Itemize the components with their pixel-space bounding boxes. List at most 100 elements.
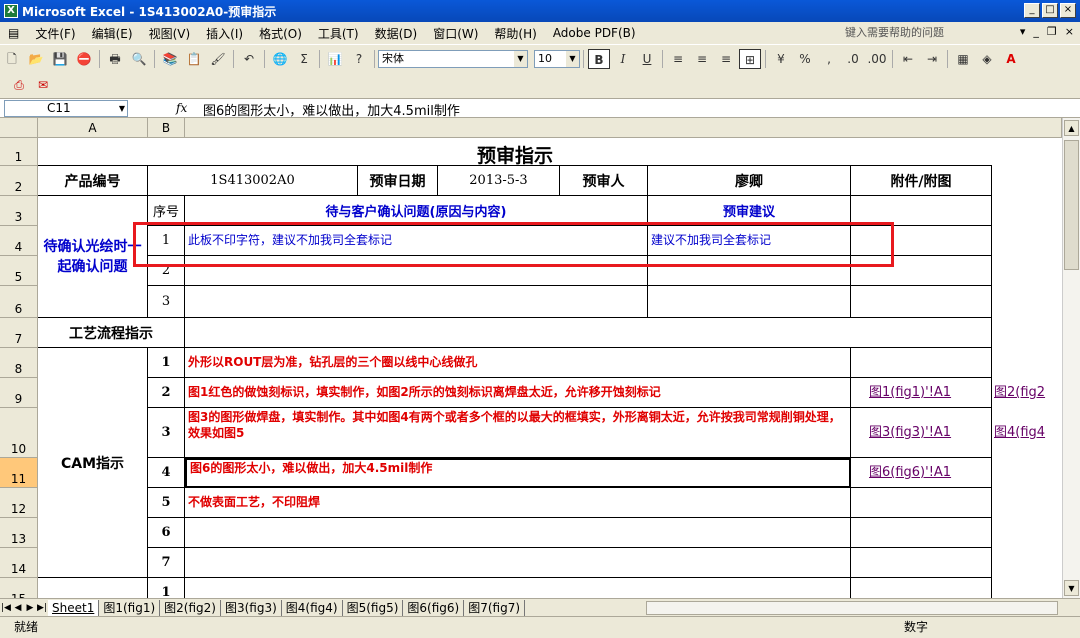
help-question-box[interactable]: 键入需要帮助的问题 (845, 24, 1025, 42)
col-header-rest[interactable] (185, 118, 1062, 138)
attachment-cell[interactable] (851, 488, 992, 518)
save-icon[interactable]: 💾 (49, 49, 71, 69)
col-header-a[interactable]: A (38, 118, 148, 138)
currency-icon[interactable]: ¥ (770, 49, 792, 69)
figure-link[interactable]: 图3(fig3)'!A1 (851, 408, 992, 458)
menu-insert[interactable]: 插入(I) (198, 25, 251, 42)
percent-icon[interactable]: % (794, 49, 816, 69)
cam-seq[interactable]: 5 (148, 488, 185, 518)
minimize-button[interactable]: _ (1024, 3, 1040, 18)
attachment-cell[interactable] (851, 226, 992, 256)
attachment-cell[interactable] (851, 348, 992, 378)
bold-button[interactable]: B (588, 48, 610, 69)
figure-link[interactable]: 图1(fig1)'!A1 (851, 378, 992, 408)
pending-issue[interactable] (185, 256, 648, 286)
cam-text[interactable]: 不做表面工艺，不印阻焊 (185, 488, 851, 518)
align-center-icon[interactable]: ≡ (691, 49, 713, 69)
row-header-selected[interactable]: 11 (0, 458, 38, 488)
row-header[interactable]: 6 (0, 286, 38, 318)
pdf-convert-icon[interactable]: ⎙ (8, 75, 30, 95)
cam-seq[interactable]: 1 (148, 348, 185, 378)
col-header-b[interactable]: B (148, 118, 185, 138)
attachment-cell[interactable] (851, 286, 992, 318)
scroll-down-icon[interactable]: ▼ (1064, 580, 1079, 596)
row-header[interactable]: 1 (0, 138, 38, 166)
cam-text[interactable]: 外形以ROUT层为准，钻孔层的三个圈以线中心线做孔 (185, 348, 851, 378)
row-header[interactable]: 12 (0, 488, 38, 518)
row-header[interactable]: 13 (0, 518, 38, 548)
product-no-label[interactable]: 产品编号 (38, 166, 148, 196)
seq-label[interactable]: 序号 (148, 196, 185, 226)
figure-link[interactable]: 图6(fig6)'!A1 (851, 458, 992, 488)
cam-text[interactable]: 图3的图形做焊盘，填实制作。其中如图4有两个或者多个框的以最大的框填实，外形离铜… (185, 408, 851, 458)
pending-suggest[interactable] (648, 286, 851, 318)
open-icon[interactable]: 📂 (25, 49, 47, 69)
menu-window[interactable]: 窗口(W) (425, 25, 486, 42)
sheet-tab-fig5[interactable]: 图5(fig5) (343, 599, 404, 616)
merge-center-icon[interactable]: ⊞ (739, 48, 761, 69)
reviewer-value[interactable]: 廖卿 (648, 166, 851, 196)
cam-text[interactable] (185, 548, 851, 578)
sheet-tab-fig7[interactable]: 图7(fig7) (464, 599, 526, 616)
comma-icon[interactable]: , (818, 49, 840, 69)
borders-icon[interactable]: ▦ (952, 49, 974, 69)
cam-seq[interactable]: 2 (148, 378, 185, 408)
cam-text-active[interactable]: 图6的图形太小，难以做出，加大4.5mil制作 (185, 458, 851, 488)
underline-button[interactable]: U (636, 49, 658, 69)
name-box[interactable]: C11 ▼ (4, 100, 128, 117)
doc-minimize-icon[interactable]: _ (1033, 25, 1039, 38)
sheet-tab-sheet1[interactable]: Sheet1 (48, 599, 100, 616)
pending-seq[interactable]: 1 (148, 226, 185, 256)
scroll-thumb[interactable] (1064, 140, 1079, 270)
pending-suggest[interactable]: 建议不加我司全套标记 (648, 226, 851, 256)
sheet-tab-fig6[interactable]: 图6(fig6) (403, 599, 465, 616)
review-date-value[interactable]: 2013-5-3 (438, 166, 560, 196)
process-label[interactable]: 工艺流程指示 (38, 318, 185, 348)
hyperlink-icon[interactable]: 🌐 (269, 49, 291, 69)
scroll-up-icon[interactable]: ▲ (1064, 120, 1079, 136)
reviewer-label[interactable]: 预审人 (560, 166, 648, 196)
pending-issue[interactable] (185, 286, 648, 318)
help-dropdown-icon[interactable]: ▾ (1020, 25, 1026, 38)
attachment-cell[interactable] (851, 548, 992, 578)
row-header[interactable]: 3 (0, 196, 38, 226)
print-preview-icon[interactable]: 🔍 (128, 49, 150, 69)
increase-indent-icon[interactable]: ⇥ (921, 49, 943, 69)
horizontal-scrollbar[interactable] (646, 601, 1058, 615)
pending-issue[interactable]: 此板不印字符，建议不加我司全套标记 (185, 226, 648, 256)
align-left-icon[interactable]: ≡ (667, 49, 689, 69)
product-no-value[interactable]: 1S413002A0 (148, 166, 358, 196)
cam-text[interactable] (185, 518, 851, 548)
font-size-select[interactable]: 10 ▼ (534, 49, 580, 68)
new-icon[interactable]: 🗋 (1, 49, 23, 69)
select-all-corner[interactable] (0, 118, 38, 138)
permission-icon[interactable]: ⛔ (73, 49, 95, 69)
next-sheet-icon[interactable]: ▶ (24, 603, 36, 613)
increase-decimal-icon[interactable]: .0 (842, 49, 864, 69)
row-header[interactable]: 10 (0, 408, 38, 458)
next-seq[interactable]: 1 (148, 578, 185, 598)
cam-seq[interactable]: 7 (148, 548, 185, 578)
sheet-tab-fig4[interactable]: 图4(fig4) (282, 599, 343, 616)
figure-link-overflow[interactable]: 图4(fig4 (992, 408, 1062, 458)
align-right-icon[interactable]: ≡ (715, 49, 737, 69)
menu-edit[interactable]: 编辑(E) (84, 25, 141, 42)
italic-button[interactable]: I (612, 49, 634, 69)
cam-text[interactable]: 图1红色的做蚀刻标识，填实制作，如图2所示的蚀刻标识离焊盘太近，允许移开蚀刻标记 (185, 378, 851, 408)
menu-file[interactable]: 文件(F) (27, 25, 83, 42)
fx-icon[interactable]: fx (176, 101, 187, 115)
menu-tools[interactable]: 工具(T) (310, 25, 367, 42)
attachment-cell[interactable] (851, 256, 992, 286)
sheet-title[interactable]: 预审指示 (38, 138, 992, 166)
chevron-down-icon[interactable]: ▼ (514, 50, 527, 67)
row-header[interactable]: 14 (0, 548, 38, 578)
pending-suggest[interactable] (648, 256, 851, 286)
chevron-down-icon[interactable]: ▼ (119, 101, 125, 116)
font-name-select[interactable]: 宋体 ▼ (378, 49, 528, 68)
doc-restore-icon[interactable]: ❐ (1047, 25, 1057, 38)
row-header[interactable]: 2 (0, 166, 38, 196)
menu-help[interactable]: 帮助(H) (486, 25, 544, 42)
pending-seq[interactable]: 2 (148, 256, 185, 286)
menu-view[interactable]: 视图(V) (141, 25, 199, 42)
suggest-header[interactable]: 预审建议 (648, 196, 851, 226)
